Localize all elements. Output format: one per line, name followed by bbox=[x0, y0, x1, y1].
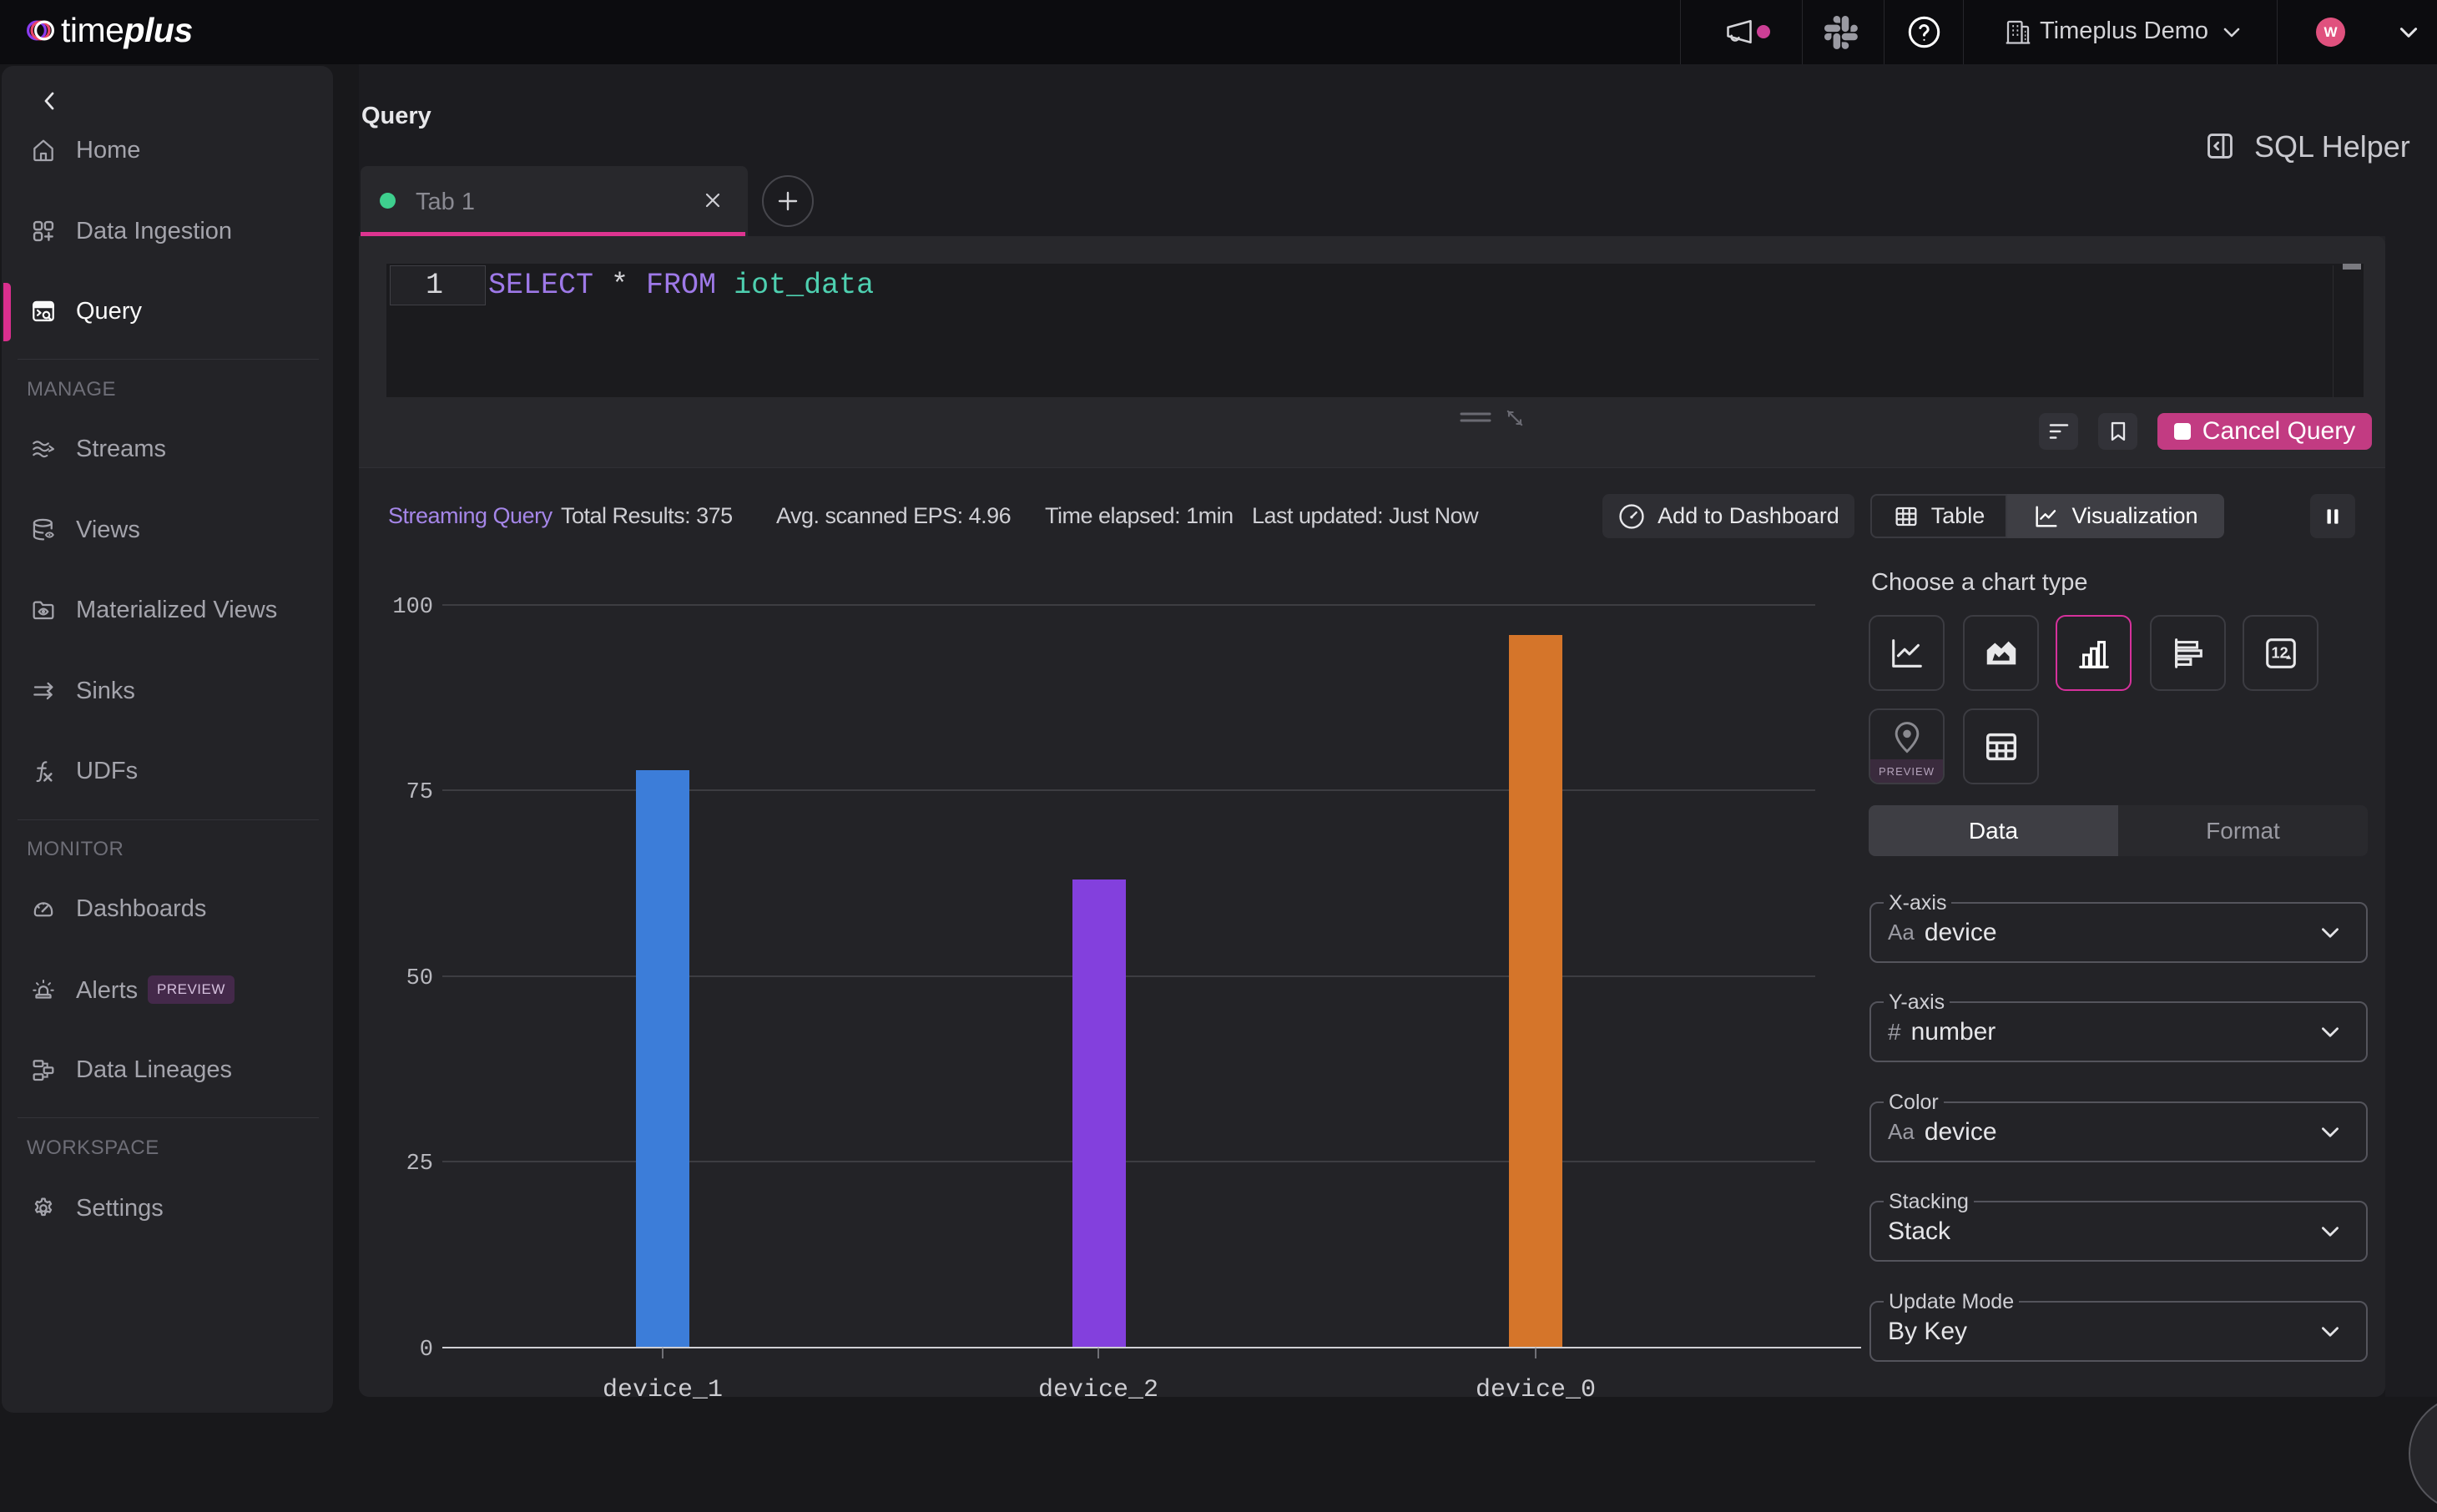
svg-text:75: 75 bbox=[406, 780, 433, 805]
svg-text:device_0: device_0 bbox=[1476, 1376, 1596, 1401]
svg-text:100: 100 bbox=[392, 595, 433, 620]
svg-text:device_2: device_2 bbox=[1038, 1376, 1158, 1401]
svg-text:0: 0 bbox=[420, 1338, 433, 1363]
svg-text:12: 12 bbox=[2271, 644, 2288, 661]
svg-text:device_1: device_1 bbox=[603, 1376, 723, 1401]
svg-text:50: 50 bbox=[406, 966, 433, 991]
svg-text:25: 25 bbox=[406, 1152, 433, 1177]
